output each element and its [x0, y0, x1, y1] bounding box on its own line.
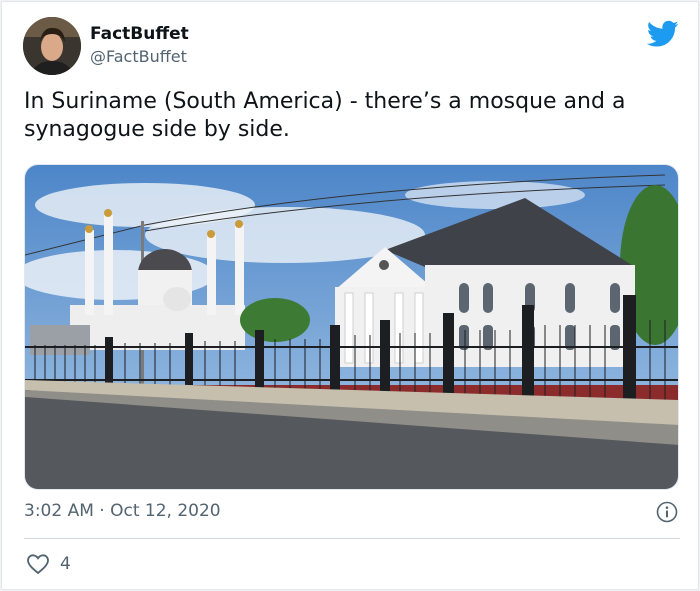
- like-count: 4: [60, 554, 71, 574]
- avatar[interactable]: [23, 17, 81, 75]
- twitter-bird-icon[interactable]: [647, 20, 679, 48]
- divider: [24, 538, 680, 539]
- tweet-photo[interactable]: [24, 164, 679, 490]
- author-handle[interactable]: @FactBuffet: [90, 47, 187, 66]
- heart-icon[interactable]: [26, 553, 50, 575]
- tweet-text: In Suriname (South America) - there’s a …: [24, 89, 626, 142]
- author-name[interactable]: FactBuffet: [90, 24, 189, 44]
- tweet-timestamp[interactable]: 3:02 AM · Oct 12, 2020: [24, 501, 221, 521]
- info-icon[interactable]: [656, 501, 678, 523]
- timestamp-separator: ·: [99, 501, 105, 521]
- tweet-card: FactBuffet @FactBuffet In Suriname (Sout…: [1, 1, 699, 590]
- tweet-date: Oct 12, 2020: [110, 501, 221, 521]
- mosque-synagogue-photo: [25, 165, 678, 489]
- tweet-time: 3:02 AM: [24, 501, 94, 521]
- avatar-image: [23, 17, 81, 75]
